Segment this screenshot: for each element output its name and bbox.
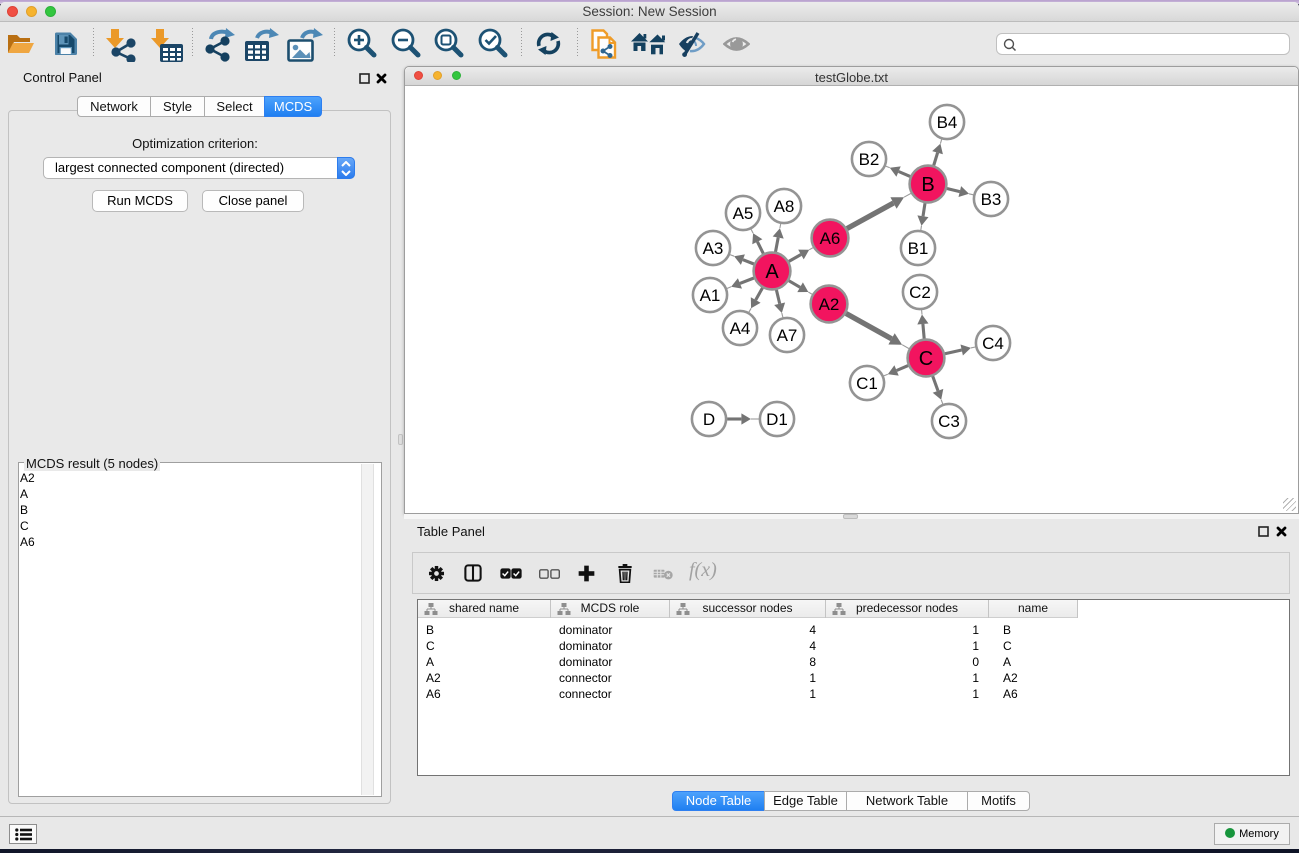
svg-text:C: C — [919, 348, 933, 370]
svg-text:C4: C4 — [982, 334, 1004, 353]
svg-text:A2: A2 — [819, 295, 840, 314]
svg-text:B3: B3 — [981, 190, 1002, 209]
svg-text:C3: C3 — [938, 412, 960, 431]
svg-text:D: D — [703, 410, 715, 429]
svg-text:A4: A4 — [730, 319, 751, 338]
svg-text:B1: B1 — [908, 239, 929, 258]
svg-text:B: B — [921, 174, 934, 196]
svg-text:A: A — [765, 261, 779, 283]
svg-text:A3: A3 — [703, 239, 724, 258]
svg-text:A5: A5 — [733, 204, 754, 223]
svg-text:B4: B4 — [937, 113, 958, 132]
svg-text:A1: A1 — [700, 286, 721, 305]
svg-text:A8: A8 — [774, 197, 795, 216]
svg-text:A6: A6 — [820, 229, 841, 248]
svg-text:C2: C2 — [909, 283, 931, 302]
svg-text:D1: D1 — [766, 410, 788, 429]
svg-text:C1: C1 — [856, 374, 878, 393]
svg-text:B2: B2 — [859, 150, 880, 169]
svg-text:A7: A7 — [777, 326, 798, 345]
